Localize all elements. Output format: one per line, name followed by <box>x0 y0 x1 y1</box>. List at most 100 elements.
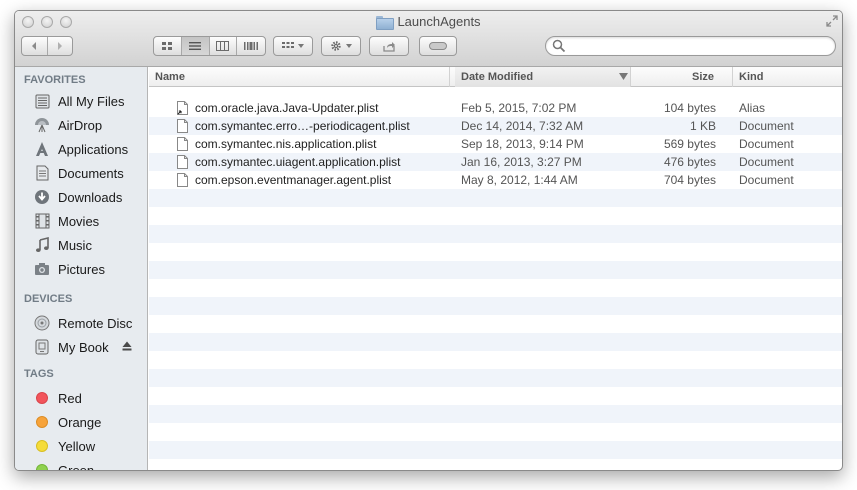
sidebar-item-tag-yellow[interactable]: Yellow <box>15 434 147 458</box>
empty-row-stripe <box>149 279 842 297</box>
search-input[interactable] <box>545 36 836 56</box>
empty-row-stripe <box>149 189 842 207</box>
column-view-icon <box>216 41 230 51</box>
downloads-icon <box>34 189 50 205</box>
empty-row-stripe <box>149 387 842 405</box>
table-row[interactable]: com.symantec.uiagent.application.plist J… <box>149 153 842 171</box>
file-kind: Document <box>739 137 794 151</box>
file-kind: Document <box>739 173 794 187</box>
finder-window: LaunchAgents FAVORITES All My Files AirD… <box>14 10 843 471</box>
file-kind: Alias <box>739 101 766 115</box>
table-row[interactable]: com.symantec.erro…-periodicagent.plist D… <box>149 117 842 135</box>
empty-row-stripe <box>149 261 842 279</box>
edit-tags-button-content <box>420 37 456 55</box>
file-date: Sep 18, 2013, 9:14 PM <box>461 137 584 151</box>
sidebar-item-tag-orange[interactable]: Orange <box>15 410 147 434</box>
table-row[interactable]: com.symantec.nis.application.plist Sep 1… <box>149 135 842 153</box>
chevron-right-icon <box>57 42 62 50</box>
table-row[interactable]: com.oracle.java.Java-Updater.plist Feb 5… <box>149 99 842 117</box>
list-view-button[interactable] <box>181 37 210 55</box>
eject-icon[interactable] <box>122 341 132 351</box>
sidebar-item-remote-disc[interactable]: Remote Disc <box>15 311 147 335</box>
alias-file-icon <box>177 101 188 115</box>
documents-icon <box>34 165 50 181</box>
column-view-button[interactable] <box>210 37 238 55</box>
tag-green-icon <box>34 462 50 470</box>
empty-row-stripe <box>149 423 842 441</box>
sidebar-item-label: All My Files <box>58 93 125 109</box>
empty-row-stripe <box>149 441 842 459</box>
share-button[interactable] <box>369 36 409 56</box>
sidebar-item-tag-green[interactable]: Green <box>15 458 147 470</box>
sidebar-item-label: Remote Disc <box>58 315 133 331</box>
file-name: com.symantec.uiagent.application.plist <box>195 155 401 169</box>
empty-row-stripe <box>149 315 842 333</box>
sidebar-item-applications[interactable]: Applications <box>15 137 147 161</box>
column-header-size[interactable]: Size <box>631 67 733 87</box>
sidebar-item-label: Movies <box>58 213 100 229</box>
sidebar-item-pictures[interactable]: Pictures <box>15 257 147 281</box>
file-size: 476 bytes <box>663 155 716 169</box>
tag-red-icon <box>34 390 50 406</box>
sidebar-item-documents[interactable]: Documents <box>15 161 147 185</box>
cover-flow-button[interactable] <box>237 37 265 55</box>
sidebar-header-tags: TAGS <box>24 368 54 380</box>
column-header-kind[interactable]: Kind <box>733 67 842 87</box>
file-kind: Document <box>739 119 794 133</box>
empty-row-stripe <box>149 297 842 315</box>
document-file-icon <box>177 173 188 187</box>
sidebar-item-label: Music <box>58 237 92 253</box>
empty-row-stripe <box>149 207 842 225</box>
sidebar-item-label: Pictures <box>58 261 105 277</box>
column-header-date-modified[interactable]: Date Modified <box>455 67 631 87</box>
chevron-down-icon <box>298 44 304 48</box>
sidebar-item-all-my-files[interactable]: All My Files <box>15 89 147 113</box>
tag-icon <box>429 42 447 50</box>
sidebar-item-label: Downloads <box>58 189 123 205</box>
back-button[interactable] <box>22 37 48 55</box>
file-kind: Document <box>739 155 794 169</box>
back-forward-control <box>21 36 73 56</box>
sidebar-item-label: AirDrop <box>58 117 103 133</box>
external-drive-icon <box>34 339 50 355</box>
arrange-icon <box>282 42 294 48</box>
sidebar-item-tag-red[interactable]: Red <box>15 386 147 410</box>
edit-tags-button[interactable] <box>419 36 457 56</box>
all-files-icon <box>34 93 50 109</box>
sidebar-item-label: Applications <box>58 141 129 157</box>
sidebar-item-music[interactable]: Music <box>15 233 147 257</box>
file-size: 104 bytes <box>663 101 716 115</box>
applications-icon <box>34 141 50 157</box>
column-header-bar: Name Date Modified Size Kind <box>149 67 842 87</box>
column-header-name[interactable]: Name <box>149 67 450 87</box>
forward-button[interactable] <box>48 37 73 55</box>
table-row[interactable]: com.epson.eventmanager.agent.plist May 8… <box>149 171 842 189</box>
sidebar-item-downloads[interactable]: Downloads <box>15 185 147 209</box>
sidebar-item-label: Yellow <box>58 438 96 454</box>
sidebar-header-favorites: FAVORITES <box>24 74 86 86</box>
sidebar-item-movies[interactable]: Movies <box>15 209 147 233</box>
arrange-button[interactable] <box>273 36 313 56</box>
action-button[interactable] <box>321 36 361 56</box>
empty-row-stripe <box>149 243 842 261</box>
file-date: Feb 5, 2015, 7:02 PM <box>461 101 577 115</box>
file-date: Jan 16, 2013, 3:27 PM <box>461 155 582 169</box>
sidebar-item-my-book[interactable]: My Book <box>15 335 147 359</box>
file-date: May 8, 2012, 1:44 AM <box>461 173 578 187</box>
search-icon <box>552 39 566 53</box>
arrange-button-content <box>274 37 312 55</box>
fullscreen-icon[interactable] <box>826 15 838 27</box>
toolbar: LaunchAgents <box>15 11 842 67</box>
file-rows: com.oracle.java.Java-Updater.plist Feb 5… <box>149 99 842 189</box>
chevron-left-icon <box>32 42 37 50</box>
tag-yellow-icon <box>34 438 50 454</box>
sidebar-item-airdrop[interactable]: AirDrop <box>15 113 147 137</box>
file-list: Name Date Modified Size Kind com.oracle.… <box>149 67 842 470</box>
empty-row-stripe <box>149 333 842 351</box>
sidebar-item-label: Orange <box>58 414 102 430</box>
sidebar: FAVORITES All My Files AirDrop Applicati… <box>15 67 148 470</box>
file-name: com.symantec.erro…-periodicagent.plist <box>195 119 410 133</box>
icon-view-button[interactable] <box>154 37 182 55</box>
empty-row-stripe <box>149 225 842 243</box>
airdrop-icon <box>34 117 50 133</box>
